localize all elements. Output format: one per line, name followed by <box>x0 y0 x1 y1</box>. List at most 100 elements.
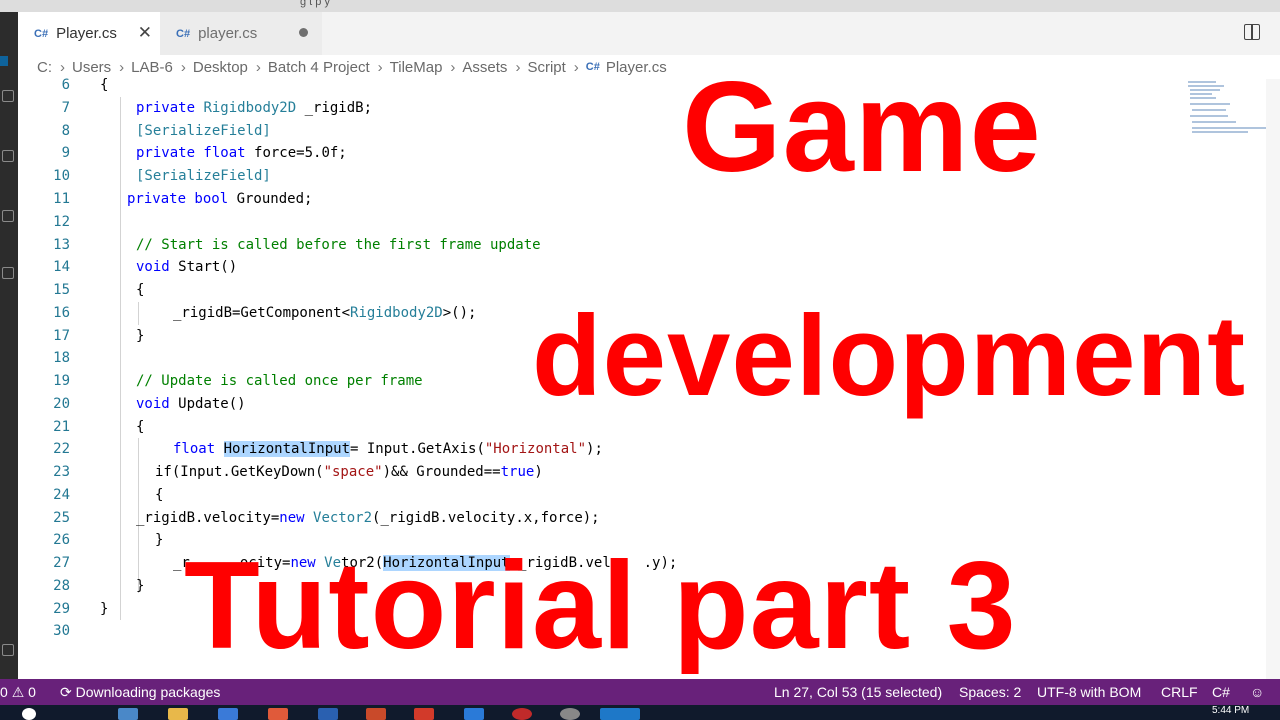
line-number: 11 <box>53 191 70 207</box>
breadcrumb-item[interactable]: LAB-6 <box>112 59 173 76</box>
window-title: g t p y <box>300 0 330 8</box>
keyword: new <box>279 510 314 526</box>
line-number: 23 <box>53 464 70 480</box>
acrobat-icon[interactable] <box>414 708 434 720</box>
code-line-6: { <box>100 74 108 97</box>
status-bar: 0 ⚠ 0 ⟳ Downloading packages Ln 27, Col … <box>0 679 1280 705</box>
line-number: 22 <box>53 441 70 457</box>
line-number: 21 <box>53 419 70 435</box>
indent-guide <box>120 97 121 620</box>
code-text: if(Input.GetKeyDown( <box>155 464 324 480</box>
breadcrumb-item[interactable]: Batch 4 Project <box>249 59 370 76</box>
taskbar-app-icon[interactable] <box>512 708 532 720</box>
line-number: 13 <box>53 237 70 253</box>
brace: { <box>100 77 109 93</box>
string-literal: "Horizontal" <box>484 441 587 457</box>
cursor-position[interactable]: Ln 27, Col 53 (15 selected) <box>774 684 942 700</box>
code-line-25: _rigidB.velocity=new Vector2(_rigidB.vel… <box>136 507 600 530</box>
line-number: 7 <box>61 100 70 116</box>
keyword: private bool <box>127 191 237 207</box>
code-text: Update() <box>178 396 246 412</box>
taskbar-app-icon[interactable] <box>218 708 238 720</box>
breadcrumb-item[interactable]: Script <box>508 59 565 76</box>
eol-setting[interactable]: CRLF <box>1161 684 1198 700</box>
type-name: Vector2 <box>313 510 373 526</box>
breadcrumb-item[interactable]: C: <box>18 59 52 76</box>
taskbar-app-icon[interactable] <box>464 708 484 720</box>
illustrator-icon[interactable] <box>366 708 386 720</box>
code-line-14: void Start() <box>136 256 237 279</box>
code-line-13: // Start is called before the first fram… <box>136 237 541 253</box>
code-line-7: private Rigidbody2D _rigidB; <box>136 97 372 120</box>
line-number: 20 <box>53 396 70 412</box>
code-line-16: _rigidB=GetComponent<Rigidbody2D>(); <box>173 302 476 325</box>
tab-player-cs[interactable]: C# Player.cs ✕ <box>18 12 160 55</box>
minimap-line <box>1192 131 1248 133</box>
browser-icon[interactable] <box>268 708 288 720</box>
tab-label: Player.cs <box>56 25 117 42</box>
start-search-icon[interactable] <box>22 708 36 720</box>
code-line-9: private float force=5.0f; <box>136 142 347 165</box>
split-editor-icon[interactable] <box>1244 24 1260 40</box>
code-text: = Input.GetAxis( <box>350 441 485 457</box>
modified-dot-icon[interactable] <box>299 28 308 37</box>
line-number: 28 <box>53 578 70 594</box>
vertical-scrollbar[interactable] <box>1266 79 1280 679</box>
indentation-setting[interactable]: Spaces: 2 <box>959 684 1021 700</box>
task-status[interactable]: ⟳ Downloading packages <box>60 684 220 701</box>
settings-gear-icon[interactable] <box>2 644 14 656</box>
minimap-line <box>1190 93 1212 95</box>
attribute: [SerializeField] <box>136 123 271 139</box>
line-number: 12 <box>53 214 70 230</box>
breadcrumb-item[interactable]: Desktop <box>174 59 248 76</box>
unity-icon[interactable] <box>560 708 580 720</box>
line-number: 29 <box>53 601 70 617</box>
selection-highlight: HorizontalInput <box>223 441 351 457</box>
extensions-icon[interactable] <box>2 267 14 279</box>
code-line-19: // Update is called once per frame <box>136 373 423 389</box>
close-icon[interactable]: ✕ <box>138 23 152 43</box>
code-line-11: private bool Grounded; <box>127 188 312 211</box>
file-explorer-icon[interactable] <box>168 708 188 720</box>
minimap-line <box>1190 103 1230 105</box>
tab-player-cs-modified[interactable]: C# player.cs <box>160 12 322 55</box>
keyword: void <box>136 396 179 412</box>
breadcrumb-item[interactable]: Users <box>53 59 111 76</box>
editor-tabs: C# Player.cs ✕ C# player.cs <box>18 12 1280 55</box>
type-name: Rigidbody2D <box>350 305 443 321</box>
encoding-setting[interactable]: UTF-8 with BOM <box>1037 684 1141 700</box>
code-text: (_rigidB.velocity.x,force); <box>372 510 600 526</box>
code-text: )&& Grounded== <box>382 464 501 480</box>
taskbar-app-icon[interactable] <box>318 708 338 720</box>
code-text: Grounded; <box>236 191 313 207</box>
minimap-line <box>1192 109 1226 111</box>
problems-indicator[interactable]: 0 ⚠ 0 <box>0 684 36 701</box>
line-number: 25 <box>53 510 70 526</box>
keyword: true <box>500 464 535 480</box>
minimap-line <box>1188 85 1224 87</box>
os-taskbar: 5:44 PM <box>0 705 1280 720</box>
csharp-file-icon: C# <box>585 61 600 73</box>
minimap-line <box>1188 81 1216 83</box>
warning-count: 0 <box>28 684 36 700</box>
activity-bar <box>0 12 18 679</box>
code-line-28: } <box>136 578 145 594</box>
code-text: _rigidB=GetComponent< <box>173 305 351 321</box>
language-mode[interactable]: C# <box>1212 684 1230 700</box>
feedback-smiley-icon[interactable]: ☺ <box>1250 684 1264 700</box>
taskbar-app-icon[interactable] <box>118 708 138 720</box>
search-icon[interactable] <box>2 90 14 102</box>
code-line-10: [SerializeField] <box>136 165 271 188</box>
code-line-21: { <box>136 419 145 435</box>
line-number: 18 <box>53 350 70 366</box>
breadcrumb-item[interactable]: Assets <box>443 59 507 76</box>
breadcrumb-item[interactable]: TileMap <box>371 59 443 76</box>
breadcrumb-file[interactable]: Player.cs <box>606 59 667 76</box>
source-control-icon[interactable] <box>2 150 14 162</box>
line-number: 30 <box>53 623 70 639</box>
error-count: 0 <box>0 684 8 700</box>
activity-badge <box>0 56 8 66</box>
window-titlebar: g t p y <box>0 0 1280 12</box>
vscode-taskbar-icon[interactable] <box>600 708 640 720</box>
debug-icon[interactable] <box>2 210 14 222</box>
